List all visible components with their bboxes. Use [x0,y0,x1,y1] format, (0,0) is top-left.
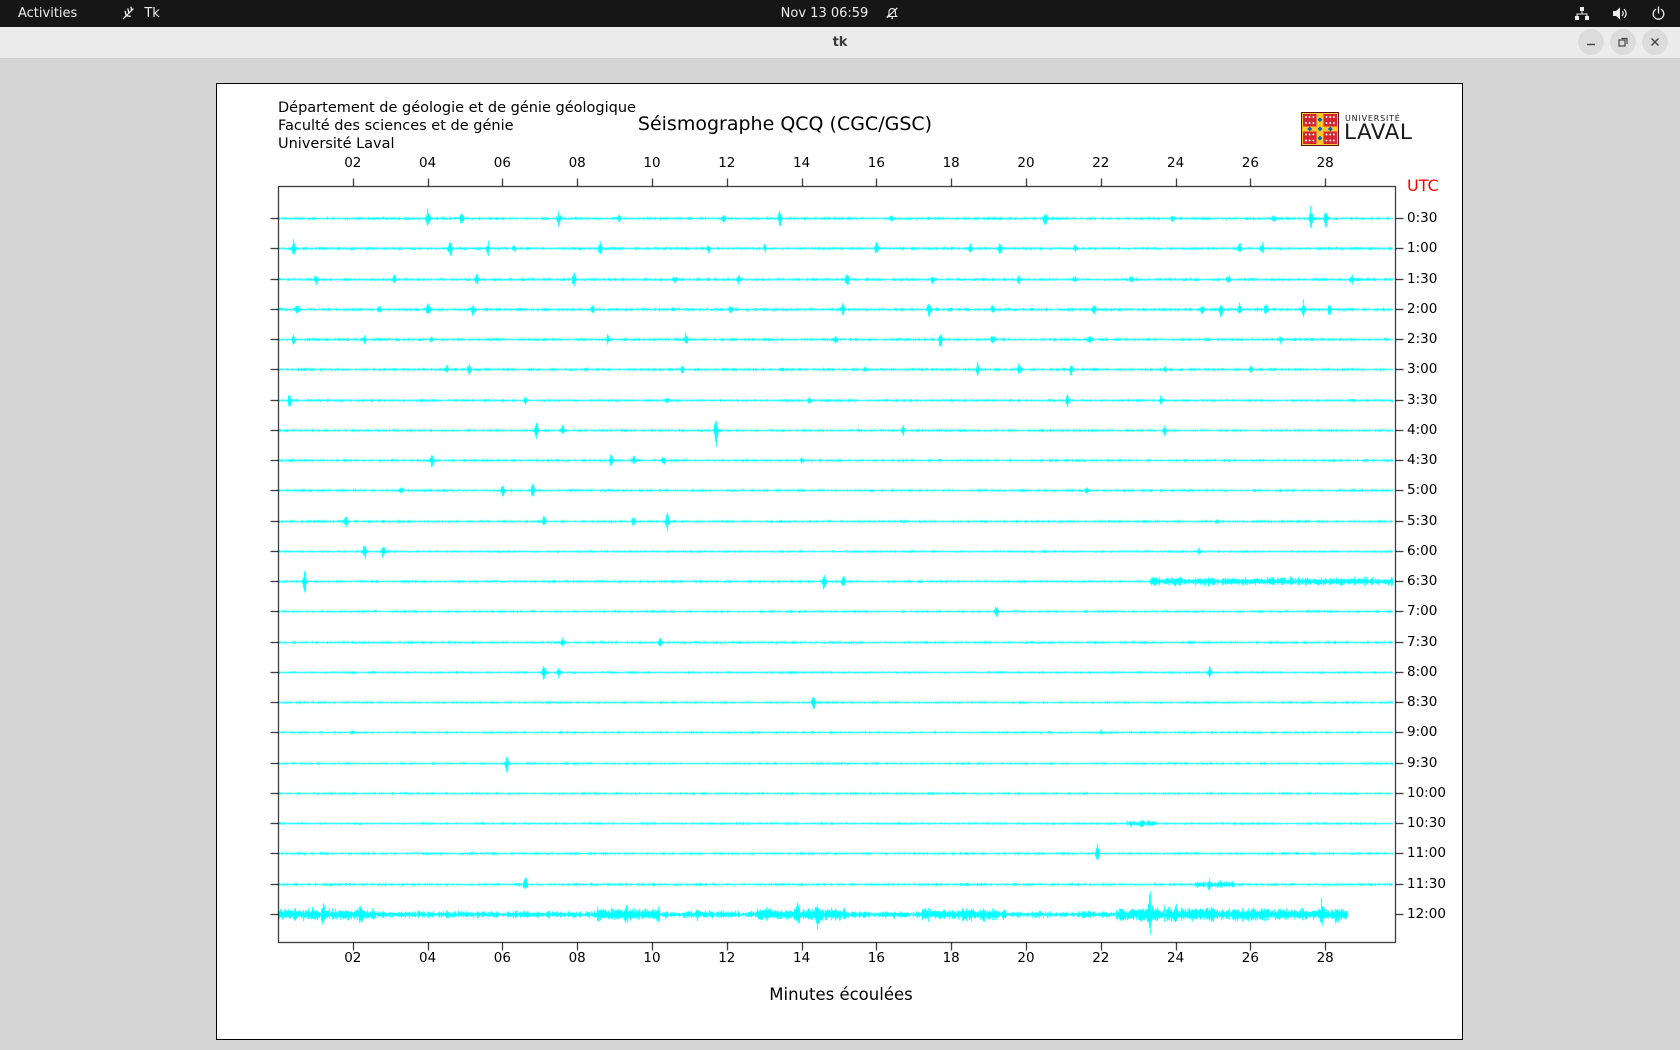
x-tick-label-top: 10 [643,155,661,171]
clock-text: Nov 13 06:59 [780,6,869,21]
window-titlebar[interactable]: tk [0,27,1680,59]
activities-label: Activities [18,6,78,21]
x-tick-label-top: 28 [1316,155,1334,171]
trace-time-label: 0:30 [1407,210,1438,226]
x-tick-label-bottom: 18 [942,950,960,966]
tk-feather-icon [121,6,136,21]
trace-time-label: 10:30 [1407,815,1446,832]
trace-time-label: 12:00 [1407,905,1446,922]
notifications-disabled-icon [884,6,899,21]
trace-time-label: 11:30 [1407,875,1446,892]
x-tick-label-bottom: 24 [1167,950,1185,966]
org-line-1: Département de géologie et de génie géol… [278,100,636,116]
close-button[interactable] [1642,29,1668,55]
x-tick-label-bottom: 02 [344,950,362,966]
trace-time-label: 8:00 [1407,663,1438,680]
trace-time-label: 1:30 [1407,270,1438,287]
x-tick-label-bottom: 14 [793,950,811,966]
trace-time-label: 5:00 [1407,482,1438,499]
x-tick-label-bottom: 16 [867,950,885,966]
x-tick-label-top: 24 [1167,155,1185,171]
trace-time-label: 6:00 [1407,542,1438,559]
x-tick-label-bottom: 28 [1316,950,1334,966]
logo-laval-text: LAVAL [1344,120,1413,145]
trace-time-label: 9:00 [1407,724,1438,741]
trace-time-label: 6:30 [1407,573,1438,590]
app-menu-button[interactable]: Tk [121,6,160,21]
system-status-area [1574,0,1666,27]
x-tick-label-top: 18 [942,155,960,171]
window-controls [1578,29,1668,55]
trace-time-label: 4:30 [1407,452,1438,469]
trace-time-label: 11:00 [1407,845,1446,862]
x-tick-label-bottom: 20 [1017,950,1035,966]
x-tick-label-top: 20 [1017,155,1035,171]
x-tick-label-top: 14 [793,155,811,171]
x-tick-label-bottom: 22 [1092,950,1110,966]
x-tick-label-bottom: 06 [493,950,511,966]
activities-button[interactable]: Activities [0,0,95,27]
org-line-2: Faculté des sciences et de génie [278,118,514,134]
clock-button[interactable]: Nov 13 06:59 [781,0,900,27]
x-tick-label-bottom: 26 [1241,950,1259,966]
trace-time-label: 8:30 [1407,694,1438,711]
seismograph-canvas [217,84,1462,1039]
x-tick-label-top: 06 [493,155,511,171]
minimize-button[interactable] [1578,29,1604,55]
utc-label: UTC [1407,176,1439,195]
trace-time-label: 7:30 [1407,633,1438,650]
x-tick-label-top: 22 [1092,155,1110,171]
volume-icon[interactable] [1612,6,1629,21]
org-line-3: Université Laval [278,136,395,152]
trace-time-label: 9:30 [1407,754,1438,771]
x-tick-label-bottom: 08 [568,950,586,966]
x-tick-label-top: 16 [867,155,885,171]
x-tick-label-bottom: 04 [419,950,437,966]
network-wired-icon[interactable] [1574,6,1590,21]
x-tick-label-top: 02 [344,155,362,171]
seismograph-panel: Département de géologie et de génie géol… [216,83,1463,1040]
laval-shield-icon [1301,112,1339,146]
x-tick-label-bottom: 10 [643,950,661,966]
maximize-button[interactable] [1610,29,1636,55]
x-tick-label-bottom: 12 [718,950,736,966]
trace-time-label: 4:00 [1407,421,1438,438]
gnome-top-bar: Activities Tk Nov 13 06:59 [0,0,1680,27]
trace-time-label: 1:00 [1407,240,1438,257]
power-icon[interactable] [1651,6,1666,21]
window-title: tk [832,35,848,50]
plot-title: Séismographe QCQ (CGC/GSC) [637,113,933,135]
x-axis-label: Minutes écoulées [769,985,913,1004]
app-menu-label: Tk [144,6,160,21]
x-tick-label-top: 26 [1241,155,1259,171]
trace-time-label: 5:30 [1407,512,1438,529]
x-tick-label-top: 04 [419,155,437,171]
trace-time-label: 3:30 [1407,391,1438,408]
trace-time-label: 10:00 [1407,784,1446,801]
trace-time-label: 2:30 [1407,331,1438,348]
x-tick-label-top: 12 [718,155,736,171]
x-tick-label-top: 08 [568,155,586,171]
trace-time-label: 7:00 [1407,603,1438,620]
trace-time-label: 3:00 [1407,361,1438,378]
trace-time-label: 2:00 [1407,300,1438,317]
